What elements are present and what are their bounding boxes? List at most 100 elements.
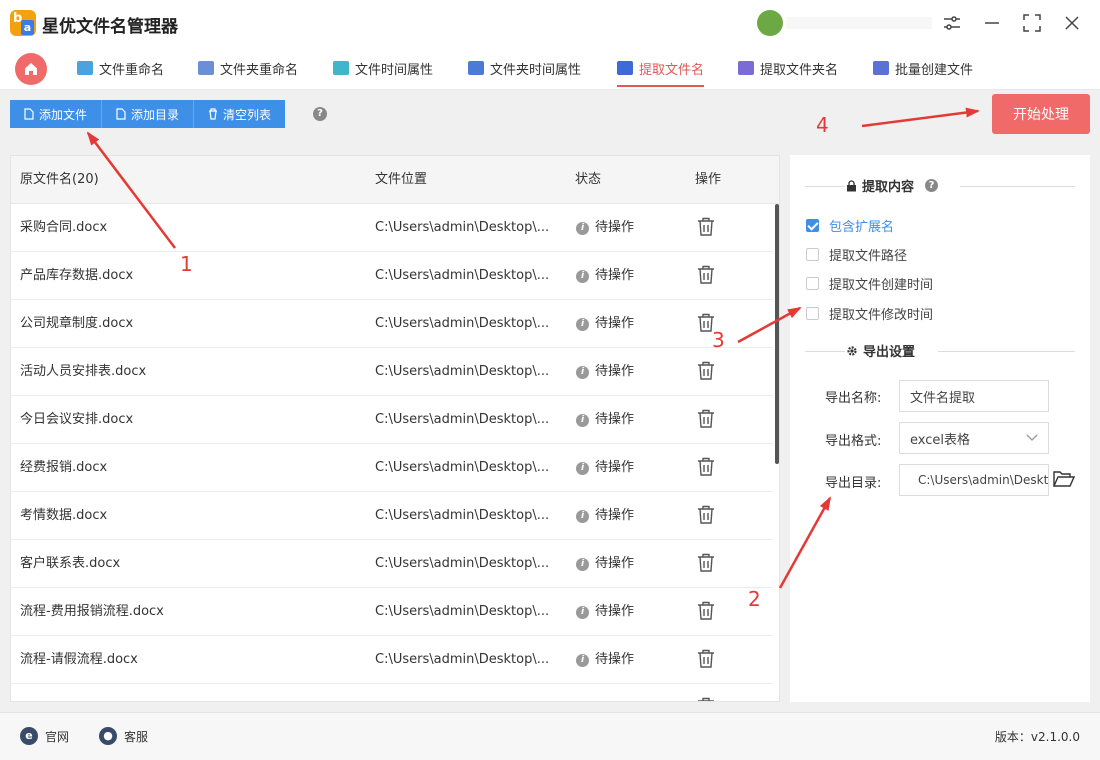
row-status: i 待操作 [576, 492, 634, 540]
row-location: C:\Users\admin\Desktop\... [375, 604, 550, 619]
export-name-input[interactable]: 文件名提取 [899, 380, 1049, 412]
table-row[interactable]: 经费报销.docx C:\Users\admin\Desktop\... i 待操作 [11, 444, 773, 492]
row-filename: 活动人员安排表.docx [20, 364, 147, 379]
info-icon: i [576, 365, 589, 379]
close-icon[interactable] [1057, 8, 1087, 38]
export-format-select[interactable]: excel表格 [899, 422, 1049, 454]
support-link[interactable]: ● 客服 [99, 727, 148, 745]
info-icon: i [576, 461, 589, 475]
delete-row-icon[interactable] [697, 265, 715, 289]
annotation-arrow-4 [861, 107, 980, 128]
export-dir-label: 导出目录: [825, 476, 882, 491]
table-row[interactable]: 今日会议安排.docx C:\Users\admin\Desktop\... i 待操… [11, 396, 773, 444]
table-row[interactable]: 产品库存数据.docx C:\Users\admin\Desktop\... i 待操… [11, 252, 773, 300]
delete-row-icon[interactable] [697, 217, 715, 241]
tab-file-rename[interactable]: 文件重命名 [77, 46, 164, 90]
delete-row-icon[interactable] [697, 601, 715, 625]
row-status: i 待操作 [576, 540, 634, 588]
info-icon: i [576, 221, 589, 235]
chevron-down-icon [1026, 434, 1038, 441]
annotation-label-3: 3 [712, 328, 725, 352]
tab-folder-time[interactable]: 文件夹时间属性 [468, 46, 581, 90]
clear-list-button[interactable]: 清空列表 [194, 100, 286, 128]
start-processing-button[interactable]: 开始处理 [992, 94, 1090, 134]
checkbox-extract-created-time[interactable] [806, 277, 819, 290]
delete-row-icon[interactable] [697, 409, 715, 433]
row-status: i 待操作 [576, 348, 634, 396]
website-icon: e [20, 727, 38, 745]
row-status: i 待操作 [576, 444, 634, 492]
checkbox-include-extension[interactable] [806, 219, 819, 232]
export-section-header: 导出设置 [790, 341, 1090, 361]
info-icon: i [576, 509, 589, 523]
checkbox-extract-path[interactable] [806, 248, 819, 261]
checkbox-extract-modified-time[interactable] [806, 307, 819, 320]
settings-panel: 提取内容 ? 包含扩展名 提取文件路径 提取文件创建时间 提取文件修改时间 导出… [790, 155, 1090, 702]
user-avatar[interactable] [757, 10, 783, 36]
option-include-extension[interactable]: 包含扩展名 [806, 216, 894, 235]
table-row[interactable]: 考情数据.docx C:\Users\admin\Desktop\... i 待操作 [11, 492, 773, 540]
extract-foldername-icon [738, 61, 754, 75]
table-row[interactable]: 活动人员安排表.docx C:\Users\admin\Desktop\... i 待… [11, 348, 773, 396]
row-status: i 待操作 [576, 300, 634, 348]
home-button[interactable] [15, 53, 47, 85]
option-extract-path[interactable]: 提取文件路径 [806, 245, 907, 264]
table-scrollbar[interactable] [775, 204, 779, 464]
username-redacted [786, 17, 932, 29]
app-title: 星优文件名管理器 [42, 17, 178, 37]
row-location: C:\Users\admin\Desktop\... [375, 268, 550, 283]
help-icon[interactable]: ? [313, 107, 327, 121]
add-directory-button[interactable]: 添加目录 [102, 100, 195, 128]
browse-folder-icon[interactable] [1052, 469, 1076, 493]
info-icon: i [576, 605, 589, 619]
settings-sliders-icon[interactable] [937, 8, 967, 38]
minimize-icon[interactable] [977, 8, 1007, 38]
tab-folder-rename[interactable]: 文件夹重命名 [198, 46, 298, 90]
row-status: i 待操作 [576, 636, 634, 684]
extract-help-icon[interactable]: ? [925, 179, 939, 192]
app-logo: ba [10, 10, 36, 36]
delete-row-icon[interactable] [697, 649, 715, 673]
annotation-label-4: 4 [816, 113, 829, 137]
tab-file-time[interactable]: 文件时间属性 [333, 46, 433, 90]
delete-row-icon[interactable] [697, 553, 715, 577]
col-header-name[interactable]: 原文件名(20) [20, 156, 99, 204]
export-format-label: 导出格式: [825, 434, 882, 449]
table-row[interactable]: 流程-费用报销流程.docx C:\Users\admin\Desktop\...… [11, 588, 773, 636]
tab-batch-create[interactable]: 批量创建文件 [873, 46, 973, 90]
table-row[interactable] [11, 684, 773, 701]
file-time-icon [333, 61, 349, 75]
option-extract-created-time[interactable]: 提取文件创建时间 [806, 274, 933, 293]
row-status: i 待操作 [576, 252, 634, 300]
gear-icon [847, 345, 857, 356]
info-icon: i [576, 557, 589, 571]
table-row[interactable]: 采购合同.docx C:\Users\admin\Desktop\... i 待操作 [11, 204, 773, 252]
row-location: C:\Users\admin\Desktop\... [375, 460, 550, 475]
delete-row-icon[interactable] [697, 457, 715, 481]
row-location: C:\Users\admin\Desktop\... [375, 316, 550, 331]
row-filename: 公司规章制度.docx [20, 316, 134, 331]
file-table: 原文件名(20) 文件位置 状态 操作 采购合同.docx C:\Users\ad… [10, 155, 780, 702]
col-header-status[interactable]: 状态 [575, 156, 601, 204]
website-link[interactable]: e 官网 [20, 727, 69, 745]
table-row[interactable]: 公司规章制度.docx C:\Users\admin\Desktop\... i 待操… [11, 300, 773, 348]
col-header-action: 操作 [695, 172, 722, 187]
delete-row-icon[interactable] [697, 361, 715, 385]
tab-extract-foldername[interactable]: 提取文件夹名 [738, 46, 838, 90]
delete-row-icon[interactable] [697, 697, 715, 701]
toolbar: 添加文件 添加目录 清空列表 [10, 100, 286, 128]
export-dir-input[interactable]: C:\Users\admin\Desktop [899, 464, 1049, 496]
info-icon: i [576, 653, 589, 667]
tab-extract-filename[interactable]: 提取文件名 [617, 46, 705, 90]
option-extract-modified-time[interactable]: 提取文件修改时间 [806, 304, 933, 323]
add-file-button[interactable]: 添加文件 [10, 100, 103, 128]
table-row[interactable]: 客户联系表.docx C:\Users\admin\Desktop\... i 待操作 [11, 540, 773, 588]
row-location: C:\Users\admin\Desktop\... [375, 364, 550, 379]
row-status: i 待操作 [576, 396, 634, 444]
delete-row-icon[interactable] [697, 505, 715, 529]
table-row[interactable]: 流程-请假流程.docx C:\Users\admin\Desktop\... i 待… [11, 636, 773, 684]
maximize-icon[interactable] [1017, 8, 1047, 38]
col-header-location[interactable]: 文件位置 [375, 156, 427, 204]
home-icon [25, 63, 37, 75]
row-filename: 考情数据.docx [20, 508, 108, 523]
